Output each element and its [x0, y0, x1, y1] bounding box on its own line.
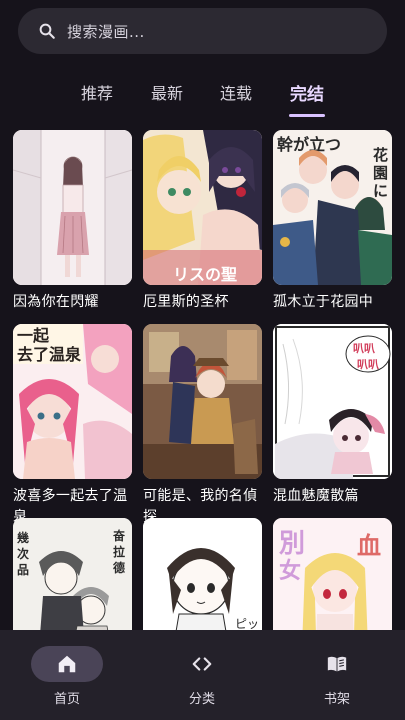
comic-card[interactable]: 因為你在閃耀 — [13, 130, 132, 313]
tab-latest[interactable]: 最新 — [137, 80, 197, 104]
nav-home-pill[interactable] — [31, 646, 103, 682]
tab-recommended[interactable]: 推荐 — [67, 80, 127, 104]
svg-text:園: 園 — [373, 164, 388, 182]
book-icon — [327, 656, 347, 672]
comic-card[interactable]: 奋 拉 德 幾 次 品 — [13, 518, 132, 630]
svg-text:叭叭: 叭叭 — [353, 342, 375, 355]
bottom-navigation: 首页 分类 书架 — [0, 630, 405, 720]
tab-ongoing[interactable]: 连载 — [206, 80, 266, 104]
comic-cover[interactable]: 花 園 に 幹が立つ — [273, 130, 392, 285]
comic-cover[interactable]: 一起 去了温泉 — [13, 324, 132, 479]
svg-text:次: 次 — [17, 546, 29, 561]
comic-title: 厄里斯的圣杯 — [143, 294, 229, 310]
svg-text:品: 品 — [17, 563, 29, 577]
nav-bookshelf-pill[interactable] — [301, 646, 373, 682]
svg-text:叭叭: 叭叭 — [357, 358, 379, 371]
svg-text:ピッ: ピッ — [235, 617, 259, 630]
svg-text:拉: 拉 — [113, 544, 125, 559]
comic-grid: 因為你在閃耀 リスの聖 厄里斯的圣杯 花 園 に 幹が立つ 孤木立于花园中 一起… — [0, 130, 405, 630]
tab-completed[interactable]: 完结 — [277, 80, 337, 105]
comic-title: 因為你在閃耀 — [13, 294, 99, 310]
comic-card[interactable]: 可能是、我的名偵探 — [143, 324, 262, 528]
search-placeholder: 搜索漫画... — [67, 22, 145, 41]
category-tabs: 推荐 最新 连载 完结 — [0, 70, 405, 120]
comic-card[interactable]: リスの聖 厄里斯的圣杯 — [143, 130, 262, 313]
nav-categories[interactable]: 分类 — [157, 646, 247, 707]
svg-text:奋: 奋 — [112, 528, 126, 543]
nav-categories-pill[interactable] — [166, 646, 238, 682]
comic-card[interactable]: 花 園 に 幹が立つ 孤木立于花园中 — [273, 130, 392, 313]
nav-categories-label: 分类 — [188, 692, 215, 707]
nav-bookshelf[interactable]: 书架 — [292, 646, 382, 707]
comic-card[interactable]: 一起 去了温泉 波喜多一起去了温泉 — [13, 324, 132, 528]
home-icon — [58, 655, 76, 673]
comic-cover[interactable]: ピッ — [143, 518, 262, 630]
app-root: 搜索漫画... 推荐 最新 连载 完结 因為你在閃耀 リスの聖 厄里斯的圣杯 花… — [0, 0, 405, 720]
search-icon — [39, 23, 55, 39]
code-icon — [192, 657, 212, 671]
comic-cover[interactable]: 別 女 血 — [273, 518, 392, 630]
comic-cover[interactable]: リスの聖 — [143, 130, 262, 285]
svg-text:別: 別 — [279, 529, 305, 559]
svg-text:リスの聖: リスの聖 — [173, 265, 237, 284]
svg-text:幾: 幾 — [17, 530, 29, 545]
nav-home-label: 首页 — [53, 692, 80, 707]
nav-bookshelf-label: 书架 — [323, 692, 350, 707]
search-bar[interactable]: 搜索漫画... — [18, 8, 387, 54]
svg-text:去了温泉: 去了温泉 — [17, 345, 82, 364]
svg-text:一起: 一起 — [17, 326, 50, 345]
comic-card[interactable]: 別 女 血 — [273, 518, 392, 630]
nav-home[interactable]: 首页 — [22, 646, 112, 707]
active-tab-indicator — [289, 114, 325, 117]
svg-text:德: 德 — [113, 560, 125, 575]
comic-cover[interactable] — [13, 130, 132, 285]
svg-text:血: 血 — [357, 532, 381, 560]
svg-text:女: 女 — [279, 558, 301, 584]
svg-text:に: に — [373, 182, 388, 200]
comic-title: 混血魅魔散篇 — [273, 488, 359, 504]
comic-title: 孤木立于花园中 — [273, 294, 374, 310]
comic-card[interactable]: 叭叭 叭叭 混血魅魔散篇 — [273, 324, 392, 507]
comic-card[interactable]: ピッ — [143, 518, 262, 630]
comic-cover[interactable]: 叭叭 叭叭 — [273, 324, 392, 479]
svg-text:花: 花 — [373, 146, 388, 164]
comic-cover[interactable] — [143, 324, 262, 479]
comic-cover[interactable]: 奋 拉 德 幾 次 品 — [13, 518, 132, 630]
